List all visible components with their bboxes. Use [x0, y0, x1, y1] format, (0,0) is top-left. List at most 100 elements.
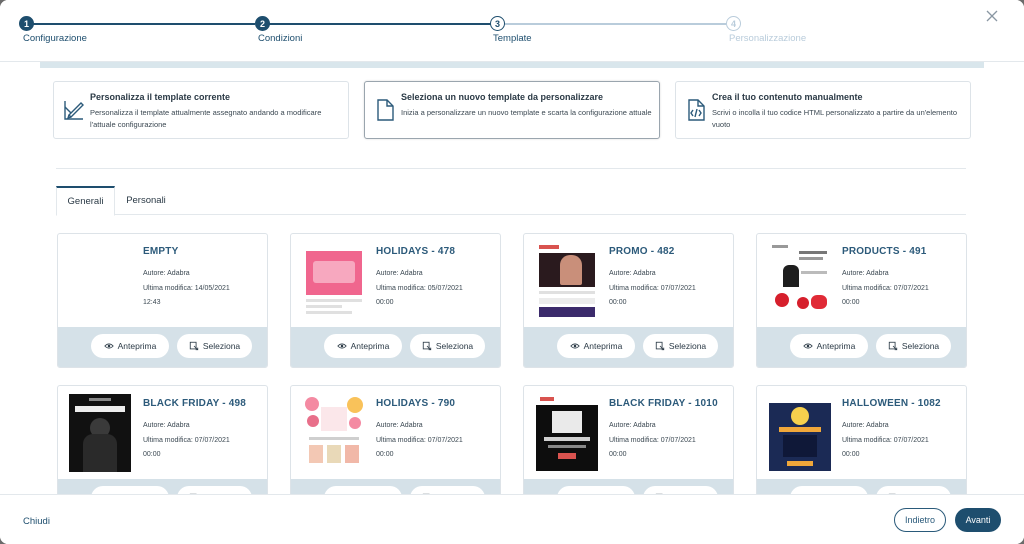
preview-button[interactable]: Anteprima [91, 334, 169, 358]
divider [56, 168, 966, 169]
option-create-manual[interactable]: Crea il tuo contenuto manualmente Scrivi… [675, 81, 971, 139]
step-4-label: Personalizzazione [729, 33, 807, 44]
template-author: Autore: Adabra [609, 422, 656, 429]
template-card[interactable]: HOLIDAYS - 478 Autore: Adabra Ultima mod… [290, 233, 501, 368]
step-connector [269, 23, 491, 25]
wizard-stepper: 1 Configurazione 2 Condizioni 3 Template… [0, 0, 1024, 62]
template-thumbnail [536, 393, 598, 471]
template-meta: Autore: Adabra Ultima modifica: 14/05/20… [143, 267, 263, 311]
template-modified: Ultima modifica: 14/05/2021 [143, 284, 230, 292]
eye-icon [336, 343, 347, 349]
template-modified: Ultima modifica: 07/07/2021 [609, 284, 696, 292]
tab-generali[interactable]: Generali [56, 186, 115, 216]
template-meta: Autore: Adabra Ultima modifica: 07/07/20… [609, 419, 729, 463]
back-button[interactable]: Indietro [894, 508, 946, 532]
option-title: Personalizza il template corrente [90, 92, 231, 102]
step-2-label[interactable]: Condizioni [258, 33, 302, 44]
template-time: 00:00 [842, 299, 860, 306]
template-meta: Autore: Adabra Ultima modifica: 07/07/20… [842, 419, 962, 463]
template-meta: Autore: Adabra Ultima modifica: 07/07/20… [609, 267, 729, 311]
template-name: HOLIDAYS - 478 [376, 246, 456, 257]
preview-label: Anteprima [350, 341, 390, 351]
template-thumbnail [769, 241, 831, 319]
template-name: BLACK FRIDAY - 1010 [609, 398, 718, 409]
template-modified: Ultima modifica: 07/07/2021 [842, 284, 929, 292]
template-card[interactable]: PRODUCTS - 491 Autore: Adabra Ultima mod… [756, 233, 967, 368]
step-2-marker[interactable]: 2 [255, 16, 270, 31]
eye-icon [802, 343, 813, 349]
template-name: HALLOWEEN - 1082 [842, 398, 941, 409]
select-template-icon [422, 341, 431, 351]
code-file-icon [688, 99, 705, 121]
step-4-marker: 4 [726, 16, 741, 31]
template-author: Autore: Adabra [376, 422, 423, 429]
select-button[interactable]: Seleziona [177, 334, 252, 358]
option-title: Crea il tuo contenuto manualmente [712, 92, 863, 102]
close-link[interactable]: Chiudi [23, 516, 50, 527]
template-thumbnail [536, 241, 598, 319]
template-modified: Ultima modifica: 07/07/2021 [842, 436, 929, 444]
template-thumbnail [769, 393, 831, 471]
template-modified: Ultima modifica: 07/07/2021 [143, 436, 230, 444]
tab-personali[interactable]: Personali [116, 186, 176, 215]
template-time: 00:00 [143, 451, 161, 458]
preview-button[interactable]: Anteprima [790, 334, 868, 358]
template-author: Autore: Adabra [376, 270, 423, 277]
option-description: Personalizza il template attualmente ass… [90, 108, 322, 129]
select-button[interactable]: Seleziona [876, 334, 951, 358]
section-band [40, 62, 984, 68]
option-title: Seleziona un nuovo template da personali… [401, 92, 604, 102]
template-time: 12:43 [143, 299, 161, 306]
template-author: Autore: Adabra [143, 270, 190, 277]
eye-icon [569, 343, 580, 349]
template-actions: Anteprima Seleziona [291, 327, 500, 367]
preview-button[interactable]: Anteprima [557, 334, 635, 358]
template-meta: Autore: Adabra Ultima modifica: 07/07/20… [842, 267, 962, 311]
template-card[interactable]: EMPTY Autore: Adabra Ultima modifica: 14… [57, 233, 268, 368]
preview-label: Anteprima [583, 341, 623, 351]
template-time: 00:00 [609, 299, 627, 306]
preview-label: Anteprima [117, 341, 157, 351]
template-name: BLACK FRIDAY - 498 [143, 398, 247, 409]
eye-icon [103, 343, 114, 349]
step-1-marker[interactable]: 1 [19, 16, 34, 31]
preview-label: Anteprima [816, 341, 856, 351]
template-name: PROMO - 482 [609, 246, 675, 257]
select-button[interactable]: Seleziona [410, 334, 485, 358]
close-icon[interactable] [984, 10, 1000, 26]
template-name: HOLIDAYS - 790 [376, 398, 456, 409]
option-description: Scrivi o incolla il tuo codice HTML pers… [712, 108, 958, 129]
template-card[interactable]: PROMO - 482 Autore: Adabra Ultima modifi… [523, 233, 734, 368]
edit-template-icon [64, 101, 84, 120]
template-thumbnail [69, 394, 131, 472]
step-3-label[interactable]: Template [493, 33, 532, 44]
step-1-label[interactable]: Configurazione [23, 33, 87, 44]
preview-button[interactable]: Anteprima [324, 334, 402, 358]
template-time: 00:00 [842, 451, 860, 458]
option-select-new[interactable]: Seleziona un nuovo template da personali… [364, 81, 660, 139]
template-author: Autore: Adabra [842, 270, 889, 277]
select-label: Seleziona [435, 341, 474, 351]
select-button[interactable]: Seleziona [643, 334, 718, 358]
step-3-marker[interactable]: 3 [490, 16, 505, 31]
template-name: PRODUCTS - 491 [842, 246, 927, 257]
step-connector [505, 23, 726, 25]
option-description: Inizia a personalizzare un nuovo templat… [401, 108, 652, 117]
template-meta: Autore: Adabra Ultima modifica: 07/07/20… [376, 419, 496, 463]
option-customize-current[interactable]: Personalizza il template corrente Person… [53, 81, 349, 139]
template-thumbnail [303, 241, 365, 319]
document-icon [377, 99, 394, 121]
template-modified: Ultima modifica: 07/07/2021 [376, 436, 463, 444]
template-actions: Anteprima Seleziona [757, 327, 966, 367]
next-button[interactable]: Avanti [955, 508, 1001, 532]
template-time: 00:00 [376, 451, 394, 458]
template-wizard-modal: 1 Configurazione 2 Condizioni 3 Template… [0, 0, 1024, 544]
template-tabs: Generali Personali [56, 186, 966, 216]
select-template-icon [888, 341, 897, 351]
step-connector [33, 23, 255, 25]
template-modified: Ultima modifica: 05/07/2021 [376, 284, 463, 292]
select-template-icon [655, 341, 664, 351]
template-name: EMPTY [143, 246, 179, 257]
template-time: 00:00 [609, 451, 627, 458]
select-label: Seleziona [901, 341, 940, 351]
